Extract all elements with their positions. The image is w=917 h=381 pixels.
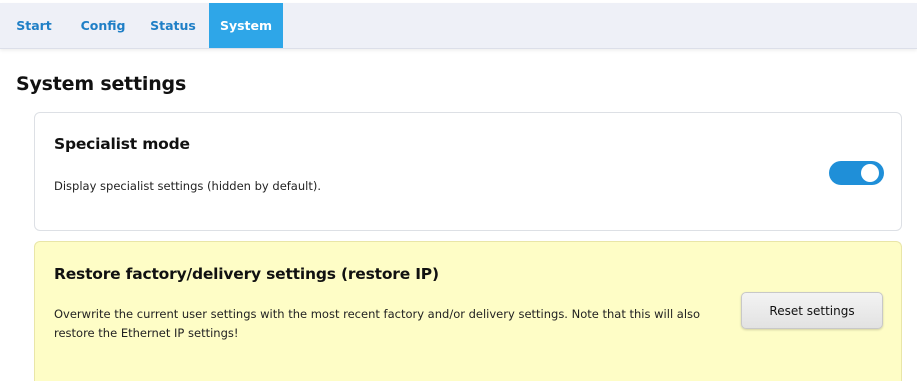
toggle-knob <box>861 164 879 182</box>
top-navbar: Start Config Status System <box>0 3 917 49</box>
specialist-mode-description: Display specialist settings (hidden by d… <box>54 179 321 193</box>
reset-settings-button[interactable]: Reset settings <box>741 292 883 329</box>
tab-system[interactable]: System <box>209 3 283 48</box>
restore-settings-description: Overwrite the current user settings with… <box>54 307 701 340</box>
specialist-mode-title: Specialist mode <box>54 135 190 153</box>
restore-settings-title: Restore factory/delivery settings (resto… <box>54 265 439 283</box>
tab-status[interactable]: Status <box>146 3 200 48</box>
tab-start[interactable]: Start <box>14 3 54 48</box>
specialist-mode-card: Specialist mode Display specialist setti… <box>34 112 902 231</box>
restore-settings-card: Restore factory/delivery settings (resto… <box>34 241 902 381</box>
tab-config[interactable]: Config <box>78 3 128 48</box>
page-title: System settings <box>16 73 187 95</box>
specialist-mode-toggle[interactable] <box>829 161 884 185</box>
